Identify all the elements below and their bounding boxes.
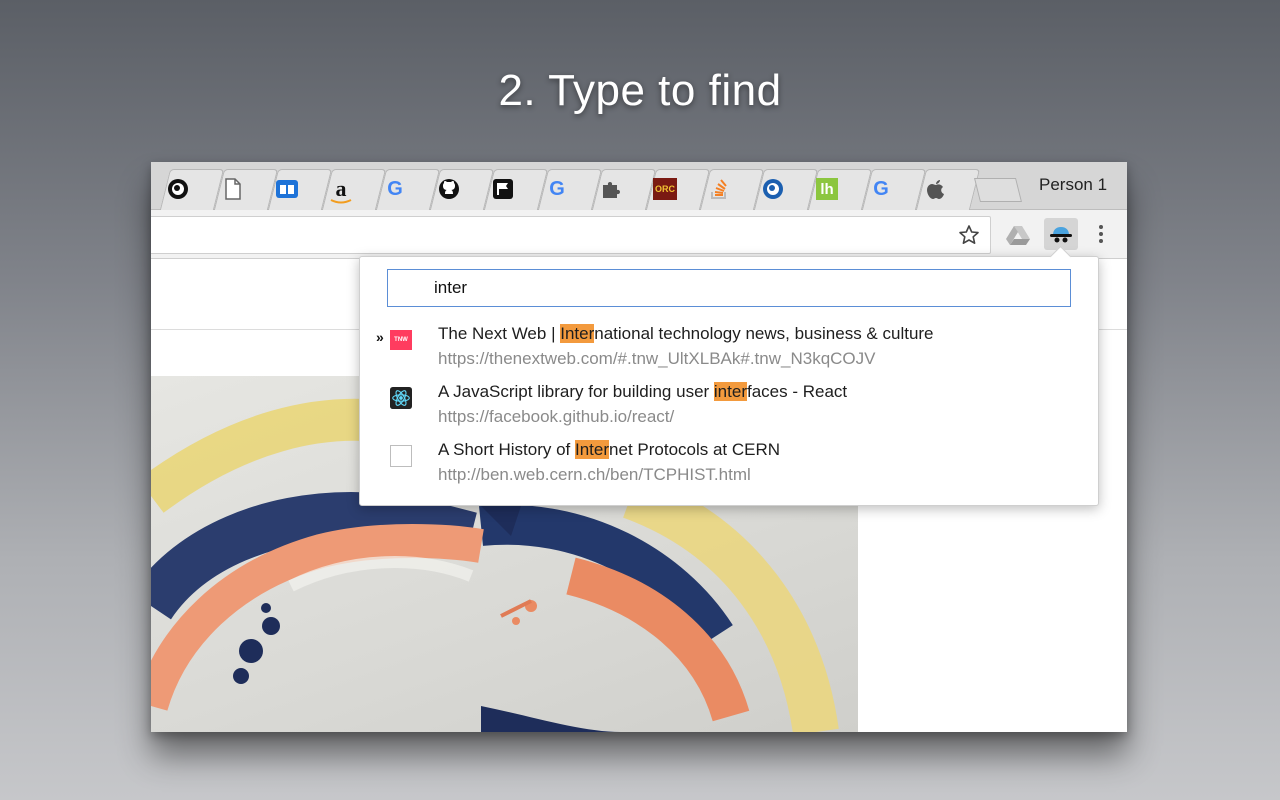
result-title: A Short History of Internet Protocols at… [438,440,781,459]
result-url: https://thenextweb.com/#.tnw_UltXLBAk#.t… [438,349,876,368]
new-tab-button[interactable] [974,178,1022,202]
pbs-icon [166,177,190,201]
stackoverflow-icon [707,177,731,201]
search-input[interactable] [434,277,1034,299]
match-highlight: Inter [575,440,610,459]
search-popup: » TNW The Next Web | International techn… [359,256,1099,506]
result-title: The Next Web | International technology … [438,324,934,343]
match-highlight: Inter [560,324,595,343]
react-icon [390,387,412,409]
headline: 2. Type to find [498,66,782,115]
google-icon: G [387,177,403,200]
github-icon [437,177,461,201]
blue-book-icon [275,177,299,201]
tab-strip: a G G ORC lh G Person 1 [151,162,1127,210]
kebab-menu-icon[interactable] [1091,222,1111,246]
search-box[interactable] [387,269,1071,307]
result-url: http://ben.web.cern.ch/ben/TCPHIST.html [438,465,751,484]
browser-toolbar [151,210,1127,259]
orc-icon: ORC [653,177,677,201]
result-row[interactable]: » TNW The Next Web | International techn… [360,321,1098,375]
browser-window: a G G ORC lh G Person 1 inter » TNW The … [151,162,1127,732]
selected-marker: » [376,329,384,345]
apple-icon [924,177,948,201]
result-url: https://facebook.github.io/react/ [438,407,675,426]
blank-page-icon [390,445,412,467]
lh-icon: lh [815,177,839,201]
drive-icon[interactable] [1006,224,1030,246]
tnw-icon: TNW [390,329,412,351]
match-highlight: inter [713,382,747,401]
spy-hat-icon[interactable] [1044,218,1078,250]
amazon-letter: a [335,176,347,201]
google-icon: G [549,177,565,200]
pbs-icon [761,177,785,201]
puzzle-icon [599,177,623,201]
result-title: A JavaScript library for building user i… [438,382,848,401]
profile-name[interactable]: Person 1 [1039,175,1107,195]
result-row[interactable]: A JavaScript library for building user i… [360,379,1098,433]
amazon-icon: a [329,176,353,204]
result-row[interactable]: A Short History of Internet Protocols at… [360,437,1098,491]
blank-page-icon [221,177,245,201]
google-icon: G [873,177,889,200]
star-icon[interactable] [958,224,980,246]
address-bar[interactable] [151,216,991,254]
flag-icon [491,177,515,201]
